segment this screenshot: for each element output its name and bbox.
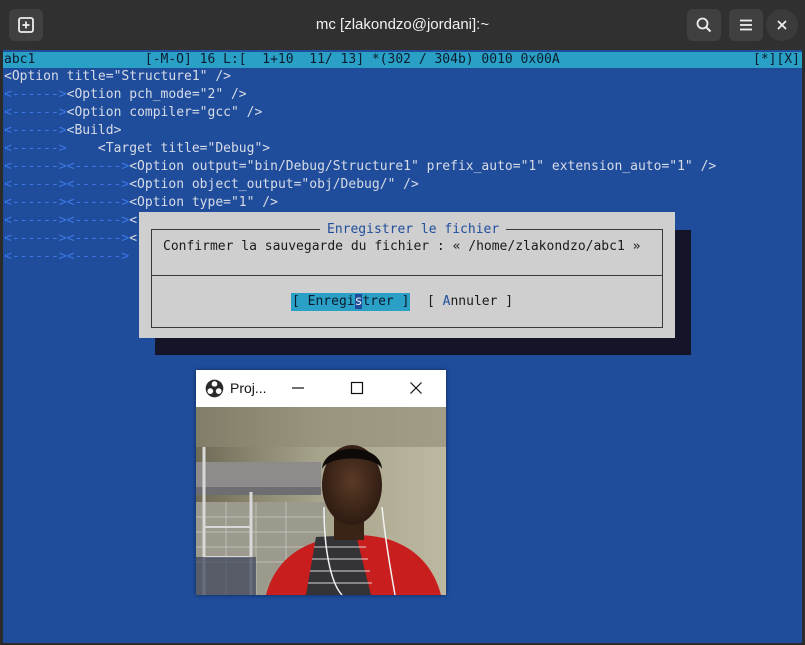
editor-status-bar: abc1 [-M-O] 16 L:[ 1+10 11/ 13] *(302 / …: [3, 52, 802, 68]
search-button[interactable]: [687, 9, 721, 41]
line-text: <Option pch_mode="2" />: [66, 87, 247, 102]
tab-marker: <------><------>: [4, 195, 130, 210]
line-text: <Option compiler="gcc" />: [66, 105, 263, 120]
close-icon: [777, 20, 787, 30]
tab-marker: <------>: [4, 105, 67, 120]
minimize-icon: [292, 387, 304, 389]
editor-line[interactable]: <------><------><Option output="bin/Debu…: [4, 158, 716, 176]
line-text: <: [129, 213, 138, 228]
webcam-image: [196, 407, 446, 595]
editor-line[interactable]: <------><------><Option type="1" />: [4, 194, 278, 212]
tab-marker: <------>: [4, 87, 67, 102]
editor-line[interactable]: <------><------>: [4, 248, 129, 266]
hamburger-menu-icon: [740, 19, 752, 31]
window-title: mc [zlakondzo@jordani]:~: [315, 16, 490, 33]
line-text: <Target title="Debug">: [66, 141, 271, 156]
maximize-button[interactable]: [345, 377, 369, 399]
projector-close-button[interactable]: [404, 377, 428, 399]
editor-line[interactable]: <------> <Target title="Debug">: [4, 140, 270, 158]
status-info: abc1 [-M-O] 16 L:[ 1+10 11/ 13] *(302 / …: [4, 52, 560, 67]
close-icon: [410, 382, 422, 394]
menu-button[interactable]: [729, 9, 763, 41]
save-confirm-dialog: Enregistrer le fichier Confirmer la sauv…: [139, 212, 675, 338]
tab-marker: <------><------>: [4, 177, 130, 192]
line-text: <: [129, 231, 138, 246]
editor-line[interactable]: <------><Option pch_mode="2" />: [4, 86, 247, 104]
line-text: <Option type="1" />: [129, 195, 278, 210]
minimize-button[interactable]: [286, 377, 310, 399]
cancel-label-open: [: [427, 294, 443, 309]
tab-marker: <------><------>: [4, 231, 130, 246]
save-button[interactable]: [ Enregistrer ]: [291, 293, 411, 311]
terminal-header-bar: mc [zlakondzo@jordani]:~: [0, 0, 805, 50]
dialog-divider: [152, 275, 662, 276]
obs-logo-icon: [205, 379, 224, 398]
maximize-icon: [350, 381, 364, 395]
line-text: <Option object_output="obj/Debug/" />: [129, 177, 419, 192]
dialog-message: Confirmer la sauvegarde du fichier : « /…: [163, 239, 641, 254]
webcam-feed: [196, 407, 446, 595]
editor-line[interactable]: <------><------><: [4, 230, 137, 248]
editor-line[interactable]: <------><Build>: [4, 122, 121, 140]
editor-line[interactable]: <------><------><: [4, 212, 137, 230]
editor-line[interactable]: <------><Option compiler="gcc" />: [4, 104, 262, 122]
window-close-button[interactable]: [766, 9, 798, 41]
cancel-button[interactable]: [ Annuler ]: [427, 293, 513, 311]
tab-marker: <------><------>: [4, 213, 130, 228]
status-flags[interactable]: [*][X]: [753, 52, 800, 68]
search-icon: [696, 17, 712, 33]
dialog-frame: Enregistrer le fichier Confirmer la sauv…: [151, 221, 663, 328]
projector-window[interactable]: Proj...: [196, 370, 446, 595]
editor-line[interactable]: <Option title="Structure1" />: [4, 68, 231, 86]
projector-title: Proj...: [230, 380, 267, 396]
projector-titlebar[interactable]: Proj...: [196, 370, 446, 408]
cancel-label-rest: nnuler ]: [450, 294, 514, 309]
save-label-part1: [ Enregi: [292, 294, 355, 309]
tab-marker: <------><------>: [4, 159, 130, 174]
line-text: <Option output="bin/Debug/Structure1" pr…: [129, 159, 717, 174]
editor-line[interactable]: <------><------><Option object_output="o…: [4, 176, 419, 194]
tab-marker: <------><------>: [4, 249, 130, 264]
dialog-title: Enregistrer le fichier: [320, 221, 507, 238]
tab-marker: <------>: [4, 141, 67, 156]
line-text: <Build>: [66, 123, 122, 138]
tab-marker: <------>: [4, 123, 67, 138]
line-text: <Option title="Structure1" />: [4, 69, 231, 84]
save-label-part2: trer ]: [362, 294, 410, 309]
